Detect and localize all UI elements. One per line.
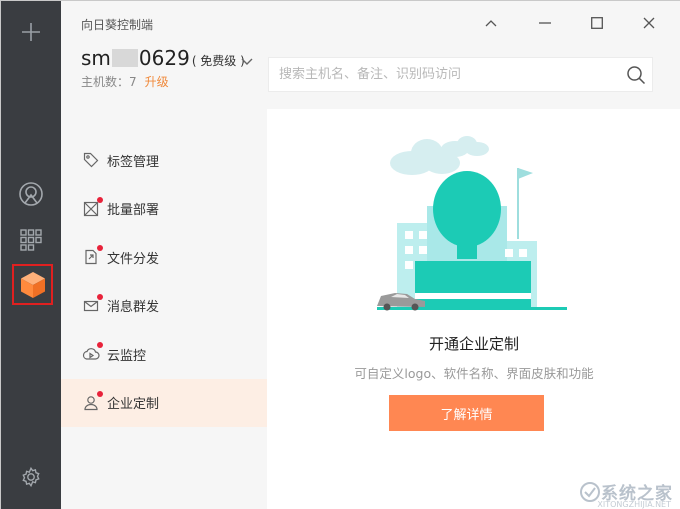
settings-button[interactable]	[1, 461, 61, 493]
nav-item-tag-management[interactable]: 标签管理	[61, 136, 267, 185]
enterprise-cube-icon	[20, 271, 45, 298]
notification-dot	[97, 293, 103, 300]
nav-item-label: 云监控	[107, 348, 147, 364]
left-rail	[1, 1, 61, 509]
notification-dot	[97, 196, 103, 203]
account-name-suffix: 0629	[138, 46, 190, 70]
remote-control-button[interactable]	[1, 177, 61, 211]
watermark-url: XITONGZHIJIA.NET	[597, 500, 671, 509]
account-dropdown[interactable]	[241, 51, 253, 70]
upgrade-link[interactable]: 升级	[145, 75, 169, 89]
tag-icon	[82, 151, 100, 169]
chevron-down-icon	[241, 58, 253, 65]
app-window: 向日葵控制端 sm 0629 ( 免费级 ) 主机数：7 升级 标签管理 批量部…	[0, 0, 680, 509]
notification-dot	[97, 390, 103, 397]
chevron-up-icon	[485, 20, 497, 27]
nav-item-enterprise-custom[interactable]: 企业定制	[61, 378, 267, 427]
promo-heading: 开通企业定制	[428, 335, 519, 353]
remote-control-icon	[19, 182, 43, 206]
host-info: 主机数：7 升级	[81, 73, 169, 90]
nav-item-file-distribution[interactable]: 文件分发	[61, 233, 267, 282]
account-name-prefix: sm	[81, 46, 111, 70]
minimize-icon	[539, 22, 551, 24]
nav-item-label: 文件分发	[107, 251, 160, 267]
batch-deploy-icon	[82, 196, 103, 218]
apps-button[interactable]	[1, 223, 61, 257]
nav-item-batch-deploy[interactable]: 批量部署	[61, 185, 267, 234]
notification-dot	[97, 245, 103, 252]
account-name-mask	[111, 49, 138, 67]
enterprise-icon	[82, 390, 103, 412]
search-button[interactable]	[626, 65, 646, 89]
learn-more-button[interactable]: 了解详情	[389, 395, 544, 431]
enterprise-button[interactable]	[12, 264, 53, 305]
cloud-monitor-icon	[82, 342, 103, 363]
maximize-icon	[591, 17, 603, 29]
minimize-button[interactable]	[535, 13, 555, 33]
account-name[interactable]: sm 0629 ( 免费级 )	[81, 46, 245, 70]
plus-icon	[22, 23, 40, 41]
nav-item-cloud-monitor[interactable]: 云监控	[61, 330, 267, 379]
close-icon	[643, 17, 655, 29]
main-content: 开通企业定制 可自定义logo、软件名称、界面皮肤和功能 了解详情 系统之家 X…	[267, 1, 680, 509]
close-button[interactable]	[639, 13, 659, 33]
gear-icon	[22, 466, 40, 488]
maximize-button[interactable]	[587, 13, 607, 33]
message-icon	[82, 293, 103, 315]
feature-nav: 标签管理 批量部署 文件分发 消息群发 云监控 企业定制	[61, 136, 267, 427]
apps-grid-icon	[20, 229, 42, 251]
add-button[interactable]	[1, 15, 61, 49]
collapse-button[interactable]	[481, 13, 501, 33]
side-panel: 向日葵控制端 sm 0629 ( 免费级 ) 主机数：7 升级 标签管理 批量部…	[61, 1, 267, 509]
search-box	[268, 57, 653, 92]
nav-item-message-broadcast[interactable]: 消息群发	[61, 282, 267, 331]
search-input[interactable]	[269, 58, 599, 91]
nav-item-label: 企业定制	[107, 397, 160, 413]
top-bar	[267, 1, 680, 109]
file-distribute-icon	[82, 245, 103, 266]
account-plan: ( 免费级 )	[191, 54, 245, 68]
app-title: 向日葵控制端	[81, 18, 154, 32]
promo-description: 可自定义logo、软件名称、界面皮肤和功能	[354, 366, 594, 381]
enterprise-illustration	[377, 136, 567, 311]
search-icon	[627, 66, 646, 85]
notification-dot	[97, 342, 103, 349]
nav-item-label: 批量部署	[107, 203, 160, 219]
host-count: 主机数：7	[81, 75, 137, 89]
nav-item-label: 标签管理	[107, 154, 160, 170]
nav-item-label: 消息群发	[107, 300, 160, 316]
